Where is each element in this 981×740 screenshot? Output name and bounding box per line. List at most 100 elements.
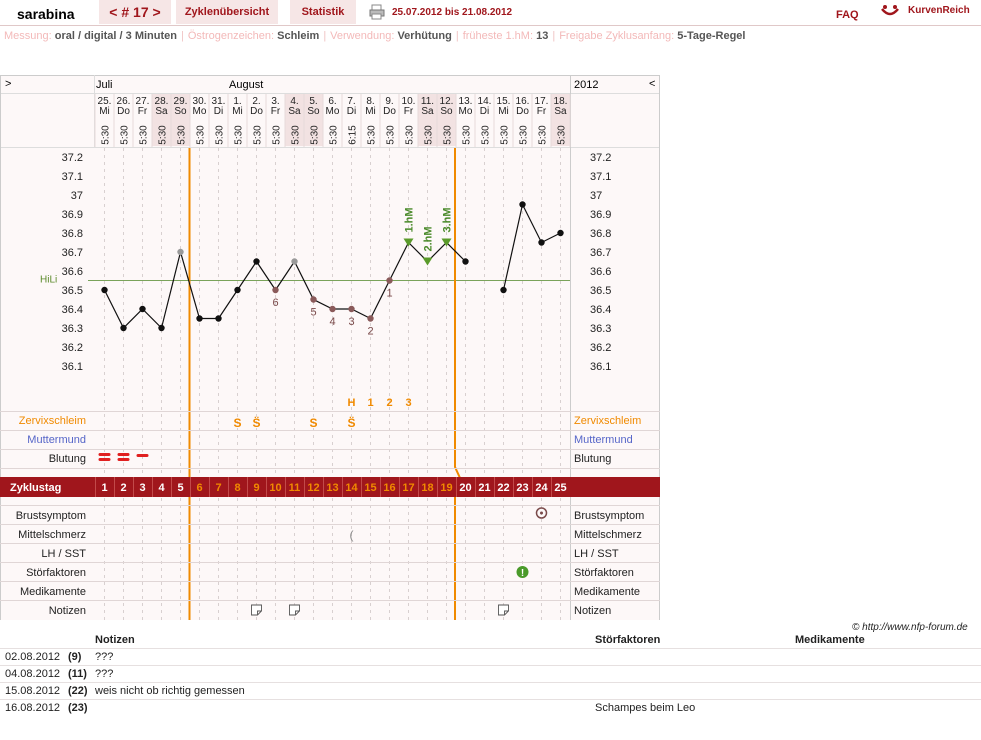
day-weekday: Mi xyxy=(498,106,509,117)
cycle-day: 7 xyxy=(215,482,221,494)
measure-time: 5:30 xyxy=(196,125,207,145)
day-weekday: Di xyxy=(214,106,223,117)
tab-cycle-overview[interactable]: Zyklenübersicht xyxy=(176,0,278,24)
cycle-settings-row: Messung: oral / digital / 3 Minuten | Östr… xyxy=(4,30,974,42)
measure-time: 5:30 xyxy=(139,125,150,145)
note-text: ??? xyxy=(95,651,114,663)
note-cycle-day: (11) xyxy=(68,668,87,680)
mittelschmerz-mark: ( xyxy=(350,528,354,542)
notes-row: 04.08.2012 (11)??? xyxy=(0,665,981,682)
row-label-right-mutter: Muttermund xyxy=(574,434,633,446)
temp-tick-left: 37.1 xyxy=(62,171,83,183)
temp-tick-left: 36.3 xyxy=(62,323,83,335)
bleeding-heavy xyxy=(98,453,111,456)
temperature-point xyxy=(196,315,203,322)
bleeding-light xyxy=(136,454,149,457)
cycle-day: 4 xyxy=(158,482,165,494)
day-weekday: Mo xyxy=(193,106,207,117)
faq-link[interactable]: FAQ xyxy=(836,9,859,21)
measure-time: 5:30 xyxy=(367,125,378,145)
temp-tick-left: 37.2 xyxy=(62,152,83,164)
cycle-day: 11 xyxy=(289,482,301,494)
bleeding-heavy xyxy=(117,458,130,461)
setting-label: Verwendung: xyxy=(330,30,398,42)
separator: | xyxy=(180,30,184,42)
temperature-point xyxy=(101,286,108,294)
measure-time: 5:30 xyxy=(481,125,492,145)
measure-time: 5:30 xyxy=(462,125,473,145)
row-label-mutter: Muttermund xyxy=(27,434,86,446)
setting-label: Östrogenzeichen: xyxy=(187,30,278,42)
cycle-day: 10 xyxy=(269,482,281,494)
row-label-right-blutung: Blutung xyxy=(574,453,611,465)
note-cycle-day: (23) xyxy=(68,702,88,714)
date-range: 25.07.2012 bis 21.08.2012 xyxy=(392,7,513,18)
day-weekday: Mi xyxy=(232,106,243,117)
note-date: 04.08.2012 xyxy=(5,668,61,680)
temperature-point xyxy=(500,286,507,294)
tab-statistics[interactable]: Statistik xyxy=(290,0,356,24)
day-weekday: Mo xyxy=(326,106,340,117)
temperature-point xyxy=(177,248,184,256)
setting-label: Messung: xyxy=(4,30,55,42)
measure-time: 5:30 xyxy=(310,125,321,145)
temperature-point xyxy=(158,324,165,332)
mucus-symbol: S xyxy=(309,416,317,430)
temperature-point xyxy=(291,258,298,265)
measure-time: 5:30 xyxy=(291,125,302,145)
temperature-point xyxy=(462,258,469,265)
higher-measure-label: 3.hM xyxy=(442,207,454,232)
day-weekday: Sa xyxy=(421,106,434,117)
row-label-right-zervix: Zervixschleim xyxy=(574,415,641,427)
temperature-point xyxy=(310,296,317,303)
temp-tick-left: 36.5 xyxy=(62,285,83,297)
note-cycle-day: (22) xyxy=(68,685,88,697)
temperature-point xyxy=(329,305,336,313)
measure-time: 5:30 xyxy=(272,125,283,145)
nav-prev: > xyxy=(5,78,11,90)
day-weekday: Sa xyxy=(288,106,301,117)
cycle-selector[interactable]: < # 17 > xyxy=(99,0,171,24)
row-label-mittel: Mittelschmerz xyxy=(18,529,86,541)
cycle-day: 13 xyxy=(326,482,338,494)
cycle-day: 1 xyxy=(101,482,107,494)
temperature-point xyxy=(272,286,279,294)
day-weekday: Fr xyxy=(404,106,414,117)
lower-count-label: 1 xyxy=(386,288,392,300)
day-weekday: So xyxy=(174,106,187,117)
print-icon[interactable] xyxy=(369,4,385,20)
mucus-peak-count: 2 xyxy=(386,397,392,409)
cycle-day: 12 xyxy=(307,482,319,494)
note-date: 16.08.2012 xyxy=(5,702,61,714)
measure-time: 5:30 xyxy=(386,125,397,145)
day-weekday: Sa xyxy=(155,106,168,117)
setting-value: oral / digital / 3 Minuten xyxy=(54,30,177,42)
disturbance-icon-mark: ! xyxy=(521,568,524,579)
logo-text[interactable]: KurvenReich xyxy=(908,5,970,16)
lower-count-label: 2 xyxy=(367,326,373,338)
day-weekday: Mo xyxy=(459,106,473,117)
separator: | xyxy=(323,30,327,42)
temp-tick-right: 37 xyxy=(590,190,602,202)
measure-time: 5:30 xyxy=(120,125,131,145)
mucus-peak-count: 1 xyxy=(367,397,373,409)
row-label-right-notiz: Notizen xyxy=(574,605,611,617)
setting-value: 13 xyxy=(536,30,549,42)
row-label-lh: LH / SST xyxy=(41,548,86,560)
temp-tick-left: 37 xyxy=(71,190,83,202)
measure-time: 5:30 xyxy=(253,125,264,145)
cycle-day: 25 xyxy=(554,482,566,494)
temp-tick-right: 36.2 xyxy=(590,342,611,354)
medikamente-header: Medikamente xyxy=(795,634,865,646)
cycle-day: 3 xyxy=(139,482,145,494)
lower-count-label: 6 xyxy=(272,297,278,309)
row-label-medi: Medikamente xyxy=(20,586,86,598)
temperature-point xyxy=(215,315,222,322)
month-label: Juli xyxy=(96,79,113,91)
temperature-point xyxy=(234,286,241,294)
cycle-day: 5 xyxy=(177,482,183,494)
cycle-day: 17 xyxy=(402,482,414,494)
separator: | xyxy=(455,30,459,42)
row-label-right-medi: Medikamente xyxy=(574,586,640,598)
year-label: 2012 xyxy=(574,79,598,91)
